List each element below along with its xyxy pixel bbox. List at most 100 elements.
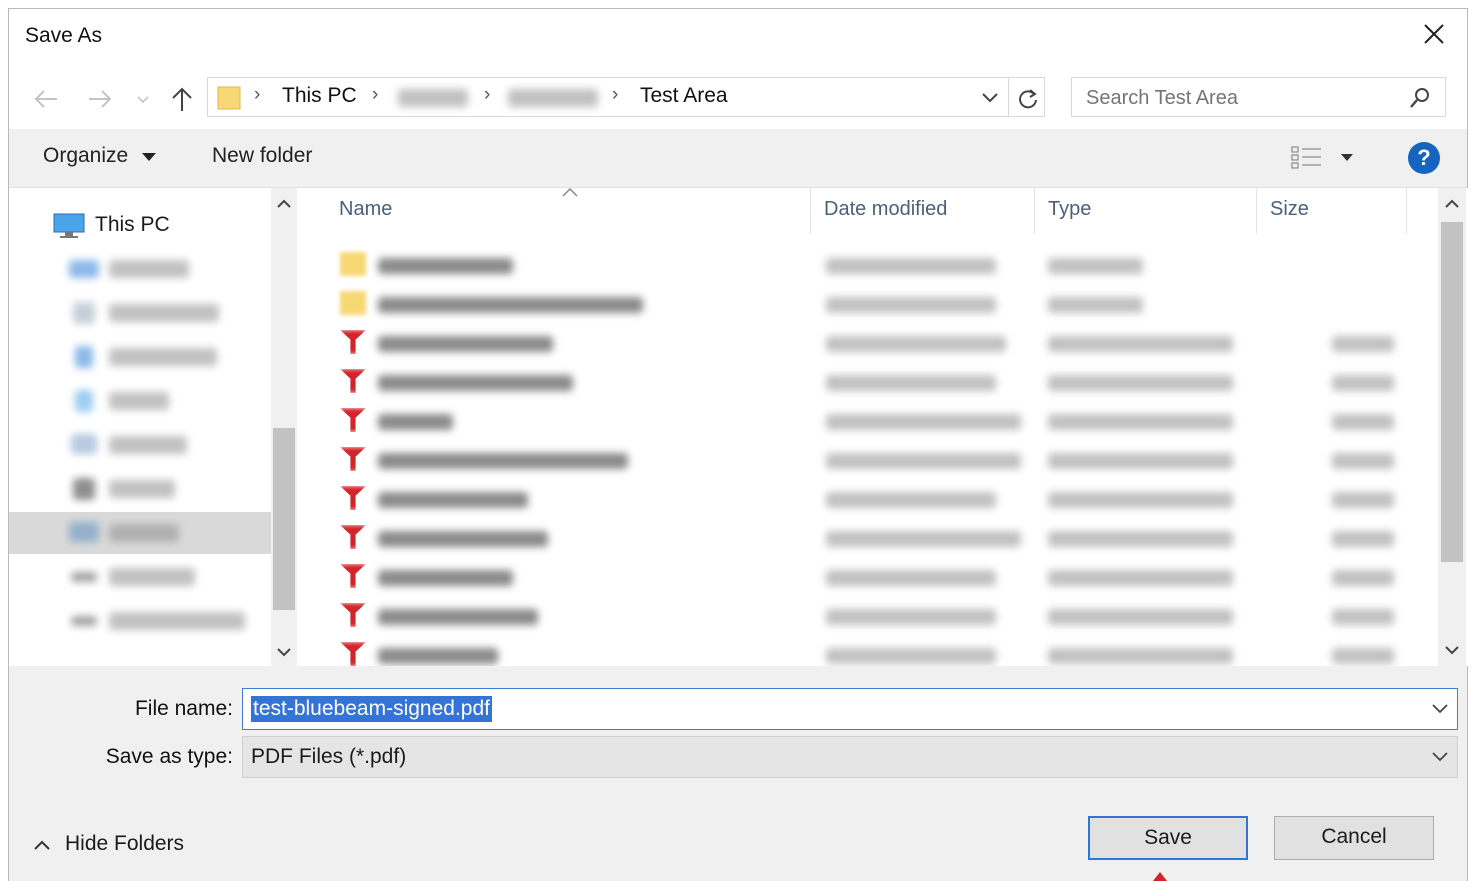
organize-button[interactable]: Organize — [43, 144, 157, 168]
pdf-icon — [340, 564, 366, 588]
search-box[interactable] — [1071, 77, 1446, 117]
file-type-blurred — [1048, 531, 1233, 547]
breadcrumb-blurred-segment[interactable] — [508, 89, 598, 107]
folder-row[interactable] — [330, 246, 1410, 285]
cancel-button[interactable]: Cancel — [1274, 816, 1434, 860]
sidebar-item-blurred[interactable] — [9, 380, 271, 422]
file-name-blurred — [378, 453, 628, 469]
forward-button[interactable] — [85, 85, 115, 113]
file-name-blurred — [378, 414, 453, 430]
new-folder-button[interactable]: New folder — [212, 144, 312, 168]
back-button[interactable] — [31, 85, 61, 113]
scroll-down-icon[interactable] — [1445, 644, 1459, 656]
save-as-type-value: PDF Files (*.pdf) — [251, 745, 407, 768]
file-name-input-value[interactable]: test-bluebeam-signed.pdf — [251, 696, 492, 722]
column-header-size[interactable]: Size — [1270, 198, 1309, 221]
date-modified-blurred — [826, 609, 996, 625]
sidebar-item-selected[interactable] — [9, 512, 271, 554]
file-size-blurred — [1332, 375, 1394, 391]
address-bar[interactable]: › This PC › › › Test Area — [207, 77, 1045, 117]
pdf-file-row[interactable] — [330, 480, 1410, 519]
file-name-field[interactable]: test-bluebeam-signed.pdf — [242, 688, 1458, 730]
help-button[interactable]: ? — [1408, 142, 1440, 174]
date-modified-blurred — [826, 570, 996, 586]
save-as-type-select[interactable]: PDF Files (*.pdf) — [242, 736, 1458, 778]
date-modified-blurred — [826, 453, 1021, 469]
pdf-file-row[interactable] — [330, 324, 1410, 363]
column-header-date-modified[interactable]: Date modified — [824, 198, 947, 221]
sidebar-item-blurred[interactable] — [9, 336, 271, 378]
forward-arrow-icon — [89, 90, 112, 108]
back-arrow-icon — [34, 90, 57, 108]
date-modified-blurred — [826, 492, 996, 508]
file-list-scrollbar[interactable] — [1438, 188, 1466, 666]
date-modified-blurred — [826, 648, 996, 664]
view-options-button[interactable] — [1289, 143, 1359, 173]
file-size-blurred — [1332, 492, 1394, 508]
folder-icon — [217, 86, 241, 110]
sidebar-item-blurred[interactable] — [9, 292, 271, 334]
save-form-area: File name: test-bluebeam-signed.pdf Save… — [9, 666, 1467, 881]
scroll-thumb[interactable] — [1441, 222, 1463, 562]
search-input[interactable] — [1084, 85, 1408, 111]
close-icon — [1424, 24, 1444, 44]
column-header-name[interactable]: Name — [339, 198, 392, 221]
breadcrumb-this-pc[interactable]: This PC — [282, 84, 357, 108]
sidebar-item-this-pc[interactable]: This PC — [9, 204, 271, 246]
pdf-icon — [340, 447, 366, 471]
address-dropdown-icon[interactable] — [980, 90, 1000, 106]
close-button[interactable] — [1419, 19, 1449, 49]
file-name-blurred — [378, 297, 643, 313]
help-icon: ? — [1417, 145, 1431, 170]
pdf-file-row[interactable] — [330, 402, 1410, 441]
navigation-bar: › This PC › › › Test Area — [9, 67, 1467, 129]
column-header-type[interactable]: Type — [1048, 198, 1091, 221]
date-modified-blurred — [826, 297, 996, 313]
recent-locations-button[interactable] — [135, 85, 151, 113]
breadcrumb-test-area[interactable]: Test Area — [640, 84, 728, 108]
caret-down-icon — [142, 153, 157, 161]
pdf-file-row[interactable] — [330, 558, 1410, 597]
scroll-up-icon[interactable] — [277, 198, 291, 210]
column-divider[interactable] — [1256, 188, 1257, 234]
column-divider[interactable] — [1406, 188, 1407, 234]
folder-row[interactable] — [330, 285, 1410, 324]
scroll-up-icon[interactable] — [1445, 198, 1459, 210]
file-type-blurred — [1048, 258, 1143, 274]
pdf-file-row[interactable] — [330, 597, 1410, 636]
breadcrumb-blurred-segment[interactable] — [398, 89, 468, 107]
title-bar: Save As — [9, 9, 1467, 67]
sidebar-item-blurred[interactable] — [9, 556, 271, 598]
file-type-blurred — [1048, 570, 1233, 586]
chevron-up-icon — [34, 840, 50, 850]
file-name-blurred — [378, 375, 573, 391]
file-size-blurred — [1332, 336, 1394, 352]
sidebar-item-blurred[interactable] — [9, 468, 271, 510]
refresh-icon[interactable] — [1016, 86, 1040, 110]
chevron-down-icon[interactable] — [1431, 702, 1449, 716]
sidebar-item-blurred[interactable] — [9, 600, 271, 642]
sidebar-item-blurred[interactable] — [9, 424, 271, 466]
pdf-file-row[interactable] — [330, 636, 1410, 666]
pdf-file-row[interactable] — [330, 519, 1410, 558]
save-button[interactable]: Save — [1088, 816, 1248, 860]
scroll-down-icon[interactable] — [277, 646, 291, 658]
file-list: Name Date modified Type Size — [300, 188, 1468, 666]
chevron-down-icon[interactable] — [1431, 750, 1449, 764]
save-as-type-label: Save as type: — [105, 745, 233, 768]
pdf-icon — [340, 603, 366, 627]
pdf-file-row[interactable] — [330, 363, 1410, 402]
folder-icon — [340, 291, 366, 315]
file-type-blurred — [1048, 375, 1233, 391]
pdf-file-row[interactable] — [330, 441, 1410, 480]
column-divider[interactable] — [1034, 188, 1035, 234]
column-divider[interactable] — [810, 188, 811, 234]
up-arrow-icon — [172, 87, 192, 111]
search-icon[interactable] — [1408, 86, 1432, 110]
file-size-blurred — [1332, 453, 1394, 469]
up-button[interactable] — [167, 85, 197, 113]
scroll-thumb[interactable] — [273, 428, 295, 610]
sidebar-item-blurred[interactable] — [9, 248, 271, 290]
date-modified-blurred — [826, 258, 996, 274]
navigation-pane-scrollbar[interactable] — [271, 188, 297, 666]
